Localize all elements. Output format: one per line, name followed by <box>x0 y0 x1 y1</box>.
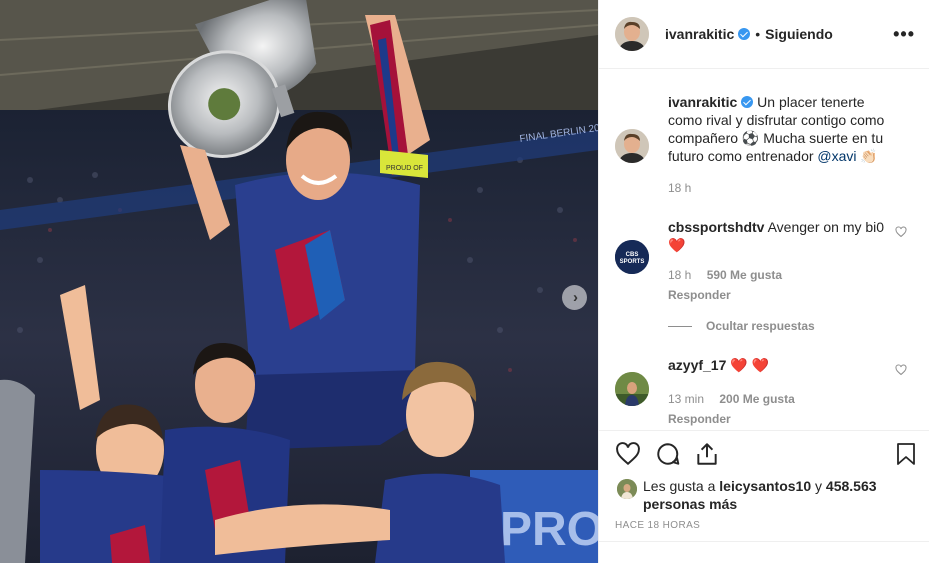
hide-replies-label: Ocultar respuestas <box>706 319 815 333</box>
likes-text: Les gusta a leicysantos10 y 458.563 pers… <box>643 477 915 513</box>
avatar-image <box>615 17 649 51</box>
hide-replies-button[interactable]: Ocultar respuestas <box>668 319 815 333</box>
caption-author-avatar[interactable] <box>615 129 649 163</box>
liker-username[interactable]: leicysantos10 <box>719 478 811 494</box>
separator-dot: • <box>755 26 761 42</box>
avatar-image <box>615 372 649 406</box>
verified-badge-icon <box>741 96 754 108</box>
add-comment-bar[interactable] <box>599 541 929 563</box>
more-options-icon[interactable]: ••• <box>893 25 915 43</box>
caption-body: ivanrakitic Un placer tenerte como rival… <box>668 93 894 197</box>
bookmark-icon[interactable] <box>894 441 918 467</box>
caption-meta: 18 h <box>668 179 894 197</box>
comment-time[interactable]: 13 min <box>668 392 704 406</box>
caption-username[interactable]: ivanrakitic <box>668 94 737 110</box>
comment-time[interactable]: 18 h <box>668 268 691 282</box>
post-header: ivanrakitic • Siguiendo ••• <box>599 0 929 69</box>
reply-button[interactable]: Responder <box>668 286 894 304</box>
likes-prefix: Les gusta a <box>643 478 716 494</box>
verified-badge-icon <box>738 28 751 40</box>
author-avatar[interactable] <box>615 17 649 51</box>
cbs-sports-logo: CBS SPORTS <box>615 240 649 274</box>
heart-icon[interactable] <box>615 441 641 467</box>
celebration-photo: FINAL BERLIN 2015 PRO PROUD OF <box>0 0 598 563</box>
likes-summary: Les gusta a leicysantos10 y 458.563 pers… <box>615 477 915 513</box>
like-comment-heart-icon[interactable] <box>895 364 907 376</box>
reply-button[interactable]: Responder <box>668 410 894 428</box>
avatar-image <box>617 479 637 499</box>
comment-body: cbssportshdtv Avenger on my bi0❤️ 18 h 5… <box>668 218 894 304</box>
commenter-avatar[interactable]: CBS SPORTS <box>615 240 649 274</box>
comment-icon[interactable] <box>655 441 681 467</box>
post-photo[interactable]: FINAL BERLIN 2015 PRO PROUD OF › <box>0 0 598 563</box>
svg-text:PRO: PRO <box>500 503 598 556</box>
comment-meta: 18 h 590 Me gusta <box>668 266 894 284</box>
post-panel: ivanrakitic • Siguiendo ••• ivanrakitic … <box>598 0 929 563</box>
svg-text:SPORTS: SPORTS <box>620 259 645 265</box>
avatar-image <box>615 129 649 163</box>
following-button[interactable]: Siguiendo <box>765 26 833 42</box>
comments-section[interactable]: ivanrakitic Un placer tenerte como rival… <box>599 70 929 430</box>
comment-meta: 13 min 200 Me gusta <box>668 390 894 408</box>
comment-username[interactable]: azyyf_17 <box>668 357 726 373</box>
comment-text: ❤️ ❤️ <box>730 357 770 373</box>
caption-time[interactable]: 18 h <box>668 181 691 195</box>
comment-body: azyyf_17 ❤️ ❤️ 13 min 200 Me gusta Respo… <box>668 356 894 428</box>
comment-item: azyyf_17 ❤️ ❤️ 13 min 200 Me gusta Respo… <box>615 356 915 430</box>
share-icon[interactable] <box>694 441 720 467</box>
liker-avatar[interactable] <box>617 479 637 499</box>
svg-text:CBS: CBS <box>626 252 639 258</box>
author-username[interactable]: ivanrakitic <box>665 26 734 42</box>
mention-link[interactable]: @xavi <box>817 148 856 164</box>
likes-conjunction: y <box>815 478 823 494</box>
comment-likes[interactable]: 590 Me gusta <box>707 268 782 282</box>
divider-line <box>668 325 692 327</box>
post-timestamp[interactable]: HACE 18 HORAS <box>615 520 700 531</box>
comment-likes[interactable]: 200 Me gusta <box>719 392 794 406</box>
like-comment-heart-icon[interactable] <box>895 226 907 238</box>
clap-emoji: 👏🏻 <box>860 148 878 164</box>
armband-text: PROUD OF <box>386 165 423 172</box>
comment-item: CBS SPORTS cbssportshdtv Avenger on my b… <box>615 218 915 308</box>
comment-username[interactable]: cbssportshdtv <box>668 219 764 235</box>
next-photo-button[interactable]: › <box>562 285 587 310</box>
chevron-right-icon: › <box>573 289 578 306</box>
commenter-avatar[interactable] <box>615 372 649 406</box>
post-actions: Les gusta a leicysantos10 y 458.563 pers… <box>599 430 929 542</box>
